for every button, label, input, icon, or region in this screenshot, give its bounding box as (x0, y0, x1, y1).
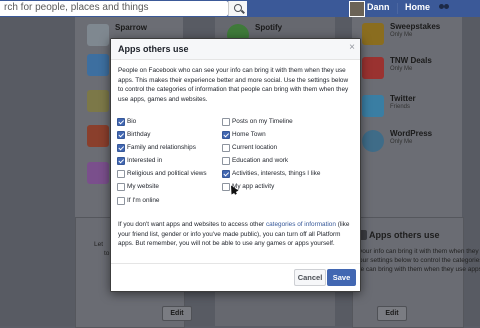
card-title: Apps others use (369, 230, 440, 240)
privacy-label: Only Me (390, 139, 413, 145)
app-name: Spotify (255, 23, 283, 32)
checkbox[interactable] (117, 197, 125, 205)
checkbox[interactable] (117, 183, 125, 191)
sparrow-icon (87, 24, 109, 46)
avatar[interactable] (349, 1, 365, 17)
profile-link[interactable]: Dann (367, 2, 390, 12)
dialog-button-bar: Cancel Save (111, 263, 360, 291)
dialog-description: People on Facebook who can see your info… (118, 67, 349, 103)
top-bar: rch for people, places and things Dann H… (0, 0, 480, 17)
card-text-line: le can bring with them when they use app… (359, 266, 480, 273)
tnw-icon (362, 57, 384, 79)
dialog-title: Apps others use (118, 44, 189, 54)
card-text: Let (94, 241, 104, 248)
option-label: Activities, interests, things I like (232, 170, 321, 177)
option-label: Interested in (127, 157, 163, 164)
checkbox[interactable] (117, 144, 125, 152)
categories-of-information-link[interactable]: categories of information (266, 221, 336, 228)
edit-button[interactable]: Edit (377, 306, 407, 321)
option-label: Posts on my Timeline (232, 118, 293, 125)
app-name: Sparrow (115, 23, 148, 32)
footer-text: If you don't want apps and websites to a… (118, 221, 266, 228)
dialog-header: Apps others use × (111, 39, 360, 60)
option-label: Birthday (127, 131, 151, 138)
app-icon (87, 162, 109, 184)
search-input-text: rch for people, places and things (4, 2, 149, 13)
option-label: Current location (232, 144, 278, 151)
close-icon[interactable]: × (349, 43, 355, 53)
apps-others-use-dialog: Apps others use × People on Facebook who… (110, 38, 361, 292)
privacy-label: Only Me (390, 66, 413, 72)
card-text: to (104, 250, 110, 257)
app-name: WordPress (390, 129, 433, 138)
card-text-line: our settings below to control the catego… (359, 257, 480, 264)
checkbox[interactable] (222, 157, 230, 165)
privacy-label: Friends (390, 104, 411, 110)
checkbox[interactable] (222, 131, 230, 139)
divider (397, 3, 398, 14)
option-label: Family and relationships (127, 144, 196, 151)
app-icon (87, 90, 109, 112)
dialog-footer-text: If you don't want apps and websites to a… (118, 220, 354, 249)
option-label: Education and work (232, 157, 289, 164)
twitter-icon (362, 95, 384, 117)
checkbox[interactable] (222, 170, 230, 178)
app-icon (87, 125, 109, 147)
checkbox[interactable] (222, 118, 230, 126)
home-link[interactable]: Home (405, 2, 430, 12)
settings-card-apps-others-use: Apps others use your info can bring it w… (352, 217, 480, 328)
edit-button[interactable]: Edit (162, 306, 192, 321)
option-label: Home Town (232, 131, 266, 138)
app-name: TNW Deals (390, 56, 432, 65)
search-input[interactable]: rch for people, places and things (0, 1, 228, 16)
search-button[interactable] (228, 1, 247, 16)
card-text-line: your info can bring it with them when th… (359, 248, 479, 255)
option-label: Bio (127, 118, 137, 125)
checkbox[interactable] (117, 170, 125, 178)
app-name: Twitter (390, 94, 416, 103)
cancel-button[interactable]: Cancel (294, 269, 326, 286)
app-name: Sweepstakes (390, 22, 441, 31)
app-icon (87, 54, 109, 76)
option-label: Religious and political views (127, 170, 207, 177)
checkbox[interactable] (117, 157, 125, 165)
option-label: My website (127, 183, 159, 190)
option-label: If I'm online (127, 197, 160, 204)
save-button[interactable]: Save (327, 269, 356, 286)
search-icon (234, 4, 242, 12)
checkbox[interactable] (117, 118, 125, 126)
privacy-label: Only Me (390, 32, 413, 38)
friend-requests-icon[interactable] (438, 4, 450, 12)
wordpress-icon (362, 130, 384, 152)
checkbox[interactable] (222, 144, 230, 152)
trophy-icon (362, 23, 384, 45)
checkbox[interactable] (117, 131, 125, 139)
